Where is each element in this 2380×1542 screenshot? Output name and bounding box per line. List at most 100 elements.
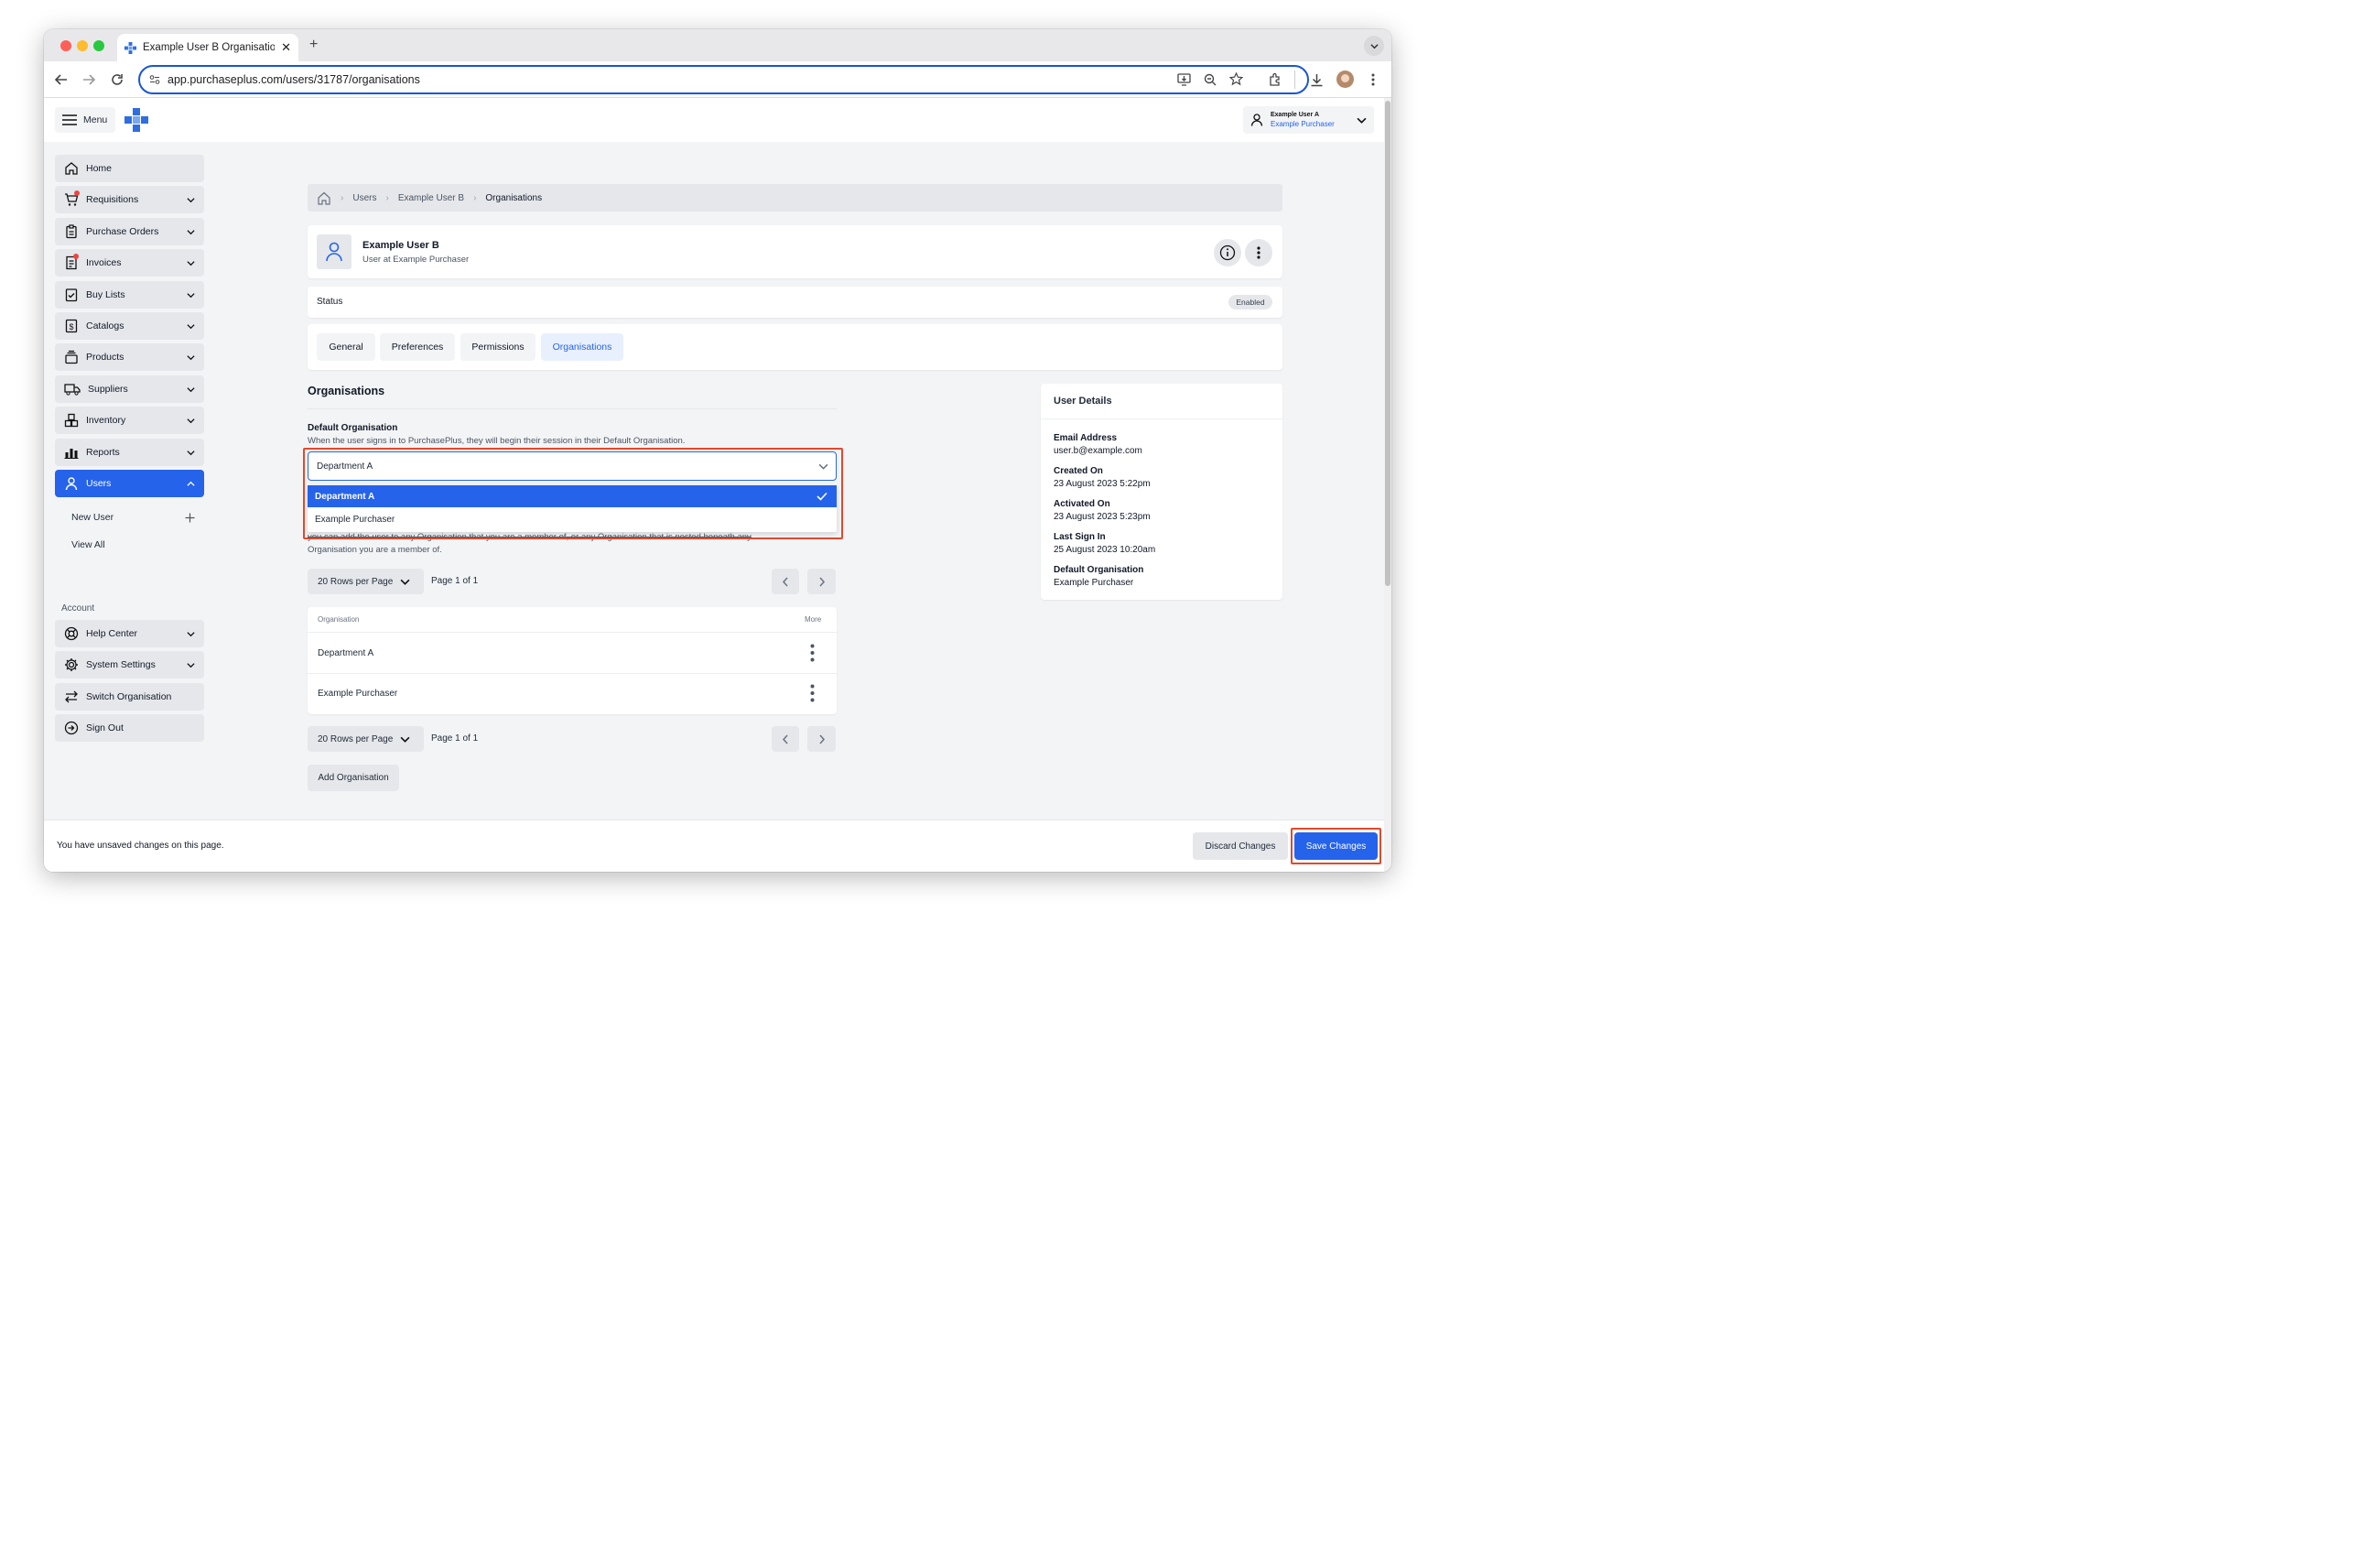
- chevron-down-icon: [187, 229, 195, 234]
- next-page-button[interactable]: [807, 569, 836, 594]
- prev-page-button[interactable]: [772, 726, 799, 752]
- unsaved-changes-text: You have unsaved changes on this page.: [57, 841, 224, 851]
- sidebar-item-requisitions[interactable]: Requisitions: [55, 186, 204, 213]
- account-switcher[interactable]: Example User A Example Purchaser: [1243, 106, 1374, 134]
- close-window-button[interactable]: [60, 40, 71, 51]
- card-divider: [1041, 418, 1282, 419]
- breadcrumb-separator-icon: ›: [385, 192, 389, 203]
- breadcrumb-current: Organisations: [485, 192, 543, 203]
- tab-organisations[interactable]: Organisations: [541, 333, 623, 361]
- account-org-name: Example Purchaser: [1271, 120, 1335, 128]
- table-row: Department A: [308, 632, 837, 673]
- chevron-down-icon: [187, 197, 195, 202]
- row-more-icon[interactable]: [810, 644, 815, 662]
- sidebar-item-switch-organisation[interactable]: Switch Organisation: [55, 683, 204, 711]
- rows-per-page-select[interactable]: 20 Rows per Page: [308, 726, 424, 752]
- home-icon[interactable]: [317, 191, 331, 205]
- sidebar-item-system-settings[interactable]: System Settings: [55, 651, 204, 679]
- detail-value-activated: 23 August 2023 5:23pm: [1054, 512, 1151, 522]
- close-tab-icon[interactable]: ✕: [281, 40, 291, 55]
- zoom-window-button[interactable]: [93, 40, 104, 51]
- chevron-right-icon: [818, 577, 825, 586]
- more-options-button[interactable]: [1245, 239, 1272, 266]
- unsaved-changes-footer: You have unsaved changes on this page. D…: [44, 820, 1384, 872]
- sidebar-subitem-view-all[interactable]: View All: [71, 534, 195, 556]
- bookmark-star-icon[interactable]: [1228, 71, 1244, 89]
- detail-value-email: user.b@example.com: [1054, 446, 1142, 456]
- catalog-dollar-icon: $: [65, 319, 78, 333]
- sign-out-icon: [64, 721, 79, 735]
- tab-search-button[interactable]: [1364, 36, 1384, 56]
- cart-icon: [64, 190, 80, 207]
- chevron-left-icon: [782, 734, 788, 744]
- account-heading: Account: [61, 603, 95, 614]
- discard-changes-button[interactable]: Discard Changes: [1193, 832, 1288, 860]
- breadcrumb: › Users › Example User B › Organisations: [308, 184, 1282, 212]
- page-scrollbar-thumb[interactable]: [1385, 101, 1390, 586]
- tab-permissions[interactable]: Permissions: [460, 333, 536, 361]
- detail-value-last-sign-in: 25 August 2023 10:20am: [1054, 545, 1156, 555]
- kebab-menu-icon[interactable]: [1362, 69, 1384, 91]
- info-button[interactable]: [1214, 239, 1241, 266]
- svg-text:$: $: [69, 322, 73, 331]
- chevron-right-icon: [818, 734, 825, 744]
- breadcrumb-user[interactable]: Example User B: [398, 193, 464, 203]
- profile-avatar[interactable]: [1336, 71, 1354, 88]
- site-settings-icon[interactable]: [149, 74, 160, 88]
- sidebar-subitem-new-user[interactable]: New User: [71, 506, 195, 528]
- menu-button[interactable]: Menu: [55, 107, 115, 133]
- home-icon: [65, 162, 78, 175]
- browser-tab[interactable]: Example User B Organisations ✕: [117, 34, 298, 61]
- organisations-help-line2: Organisation you are a member of.: [308, 545, 442, 555]
- chevron-down-icon: [187, 450, 195, 455]
- add-organisation-button[interactable]: Add Organisation: [308, 765, 399, 791]
- sidebar-item-products[interactable]: Products: [55, 343, 204, 371]
- browser-tab-bar: Example User B Organisations ✕ +: [44, 29, 1391, 61]
- sidebar-item-users[interactable]: Users: [55, 470, 204, 497]
- user-details-card: User Details Email Address user.b@exampl…: [1041, 384, 1282, 600]
- sidebar-item-buy-lists[interactable]: Buy Lists: [55, 281, 204, 309]
- chevron-down-icon: [1357, 117, 1367, 124]
- sidebar-item-sign-out[interactable]: Sign Out: [55, 714, 204, 742]
- organisation-name: Department A: [318, 648, 374, 658]
- address-bar[interactable]: app.purchaseplus.com/users/31787/organis…: [138, 65, 1309, 94]
- detail-value-created: 23 August 2023 5:22pm: [1054, 479, 1151, 489]
- user-icon: [1250, 114, 1263, 126]
- extensions-icon[interactable]: [1264, 69, 1286, 91]
- rows-per-page-select[interactable]: 20 Rows per Page: [308, 569, 424, 594]
- tab-preferences[interactable]: Preferences: [380, 333, 455, 361]
- sidebar-item-reports[interactable]: Reports: [55, 439, 204, 466]
- sidebar-item-help-center[interactable]: Help Center: [55, 620, 204, 647]
- minimize-window-button[interactable]: [77, 40, 88, 51]
- row-more-icon[interactable]: [810, 684, 815, 702]
- tabs-card: General Preferences Permissions Organisa…: [308, 324, 1282, 370]
- sidebar-item-purchase-orders[interactable]: Purchase Orders: [55, 218, 204, 245]
- url-text: app.purchaseplus.com/users/31787/organis…: [168, 73, 420, 86]
- sidebar-item-invoices[interactable]: Invoices: [55, 249, 204, 277]
- sidebar-item-catalogs[interactable]: $ Catalogs: [55, 312, 204, 340]
- tab-general[interactable]: General: [317, 333, 375, 361]
- user-icon: [326, 242, 342, 262]
- back-icon[interactable]: [50, 69, 72, 91]
- download-icon[interactable]: [1305, 69, 1327, 91]
- install-app-icon[interactable]: [1177, 73, 1191, 89]
- chevron-down-icon: [187, 631, 195, 636]
- tab-title: Example User B Organisations: [143, 42, 276, 53]
- sidebar-item-suppliers[interactable]: Suppliers: [55, 375, 204, 403]
- next-page-button[interactable]: [807, 726, 836, 752]
- prev-page-button[interactable]: [772, 569, 799, 594]
- dropdown-highlight-annotation: [303, 448, 843, 539]
- app-header: Menu Example User A Example Purchaser: [44, 98, 1384, 142]
- reload-icon[interactable]: [106, 69, 128, 91]
- breadcrumb-users[interactable]: Users: [352, 193, 376, 203]
- forward-icon[interactable]: [78, 69, 100, 91]
- purchaseplus-logo[interactable]: [124, 108, 148, 132]
- default-org-help: When the user signs in to PurchasePlus, …: [308, 436, 686, 446]
- chevron-down-icon: [187, 386, 195, 392]
- zoom-icon[interactable]: [1204, 73, 1217, 89]
- new-tab-icon[interactable]: +: [309, 37, 318, 53]
- page-info: Page 1 of 1: [431, 576, 479, 586]
- sidebar-item-home[interactable]: Home: [55, 155, 204, 182]
- notification-dot: [73, 254, 79, 259]
- sidebar-item-inventory[interactable]: Inventory: [55, 407, 204, 434]
